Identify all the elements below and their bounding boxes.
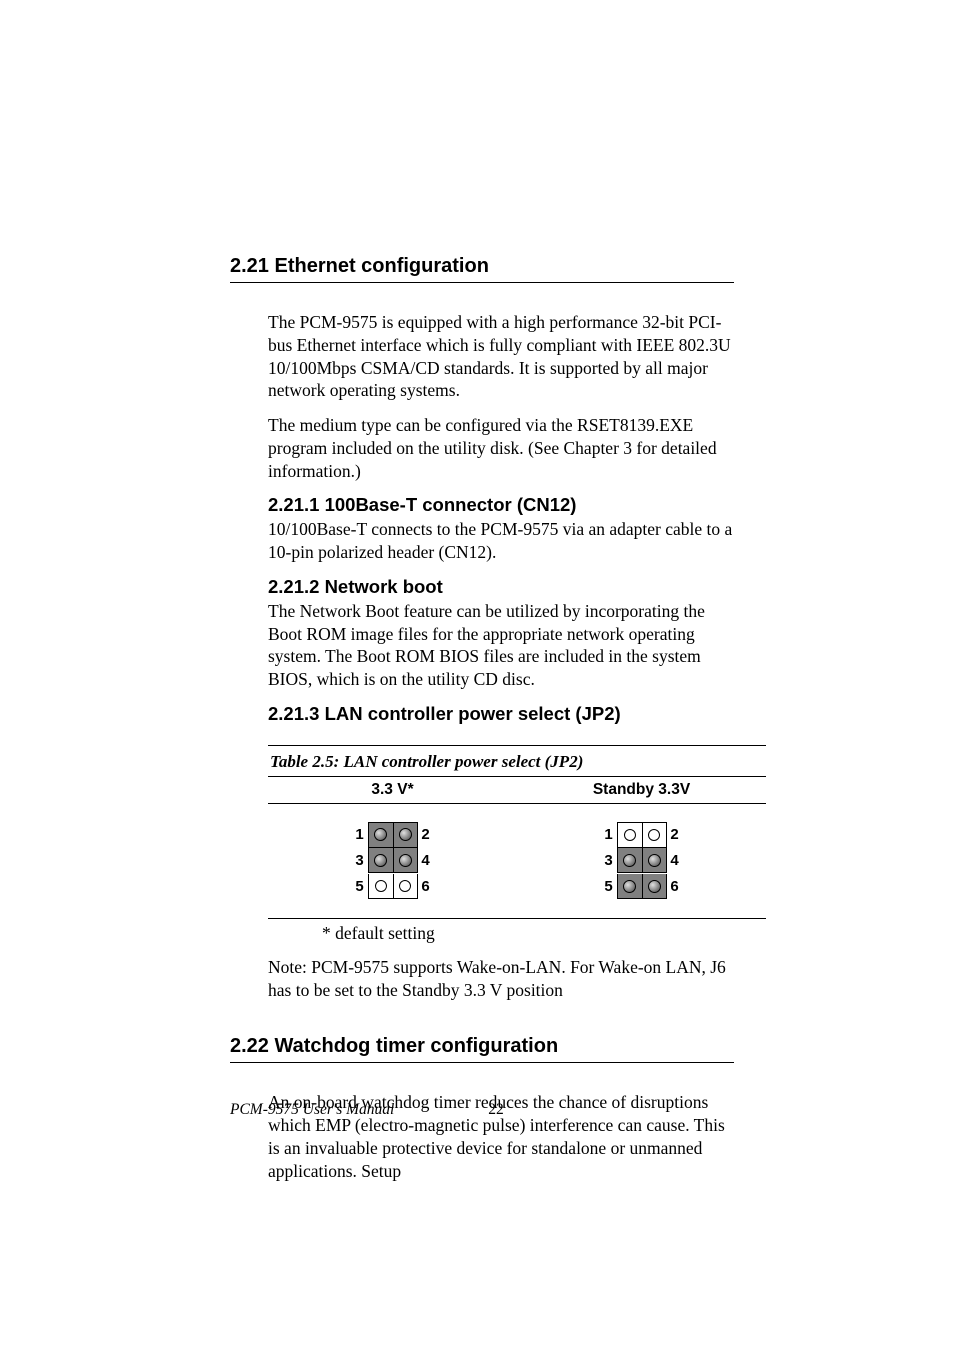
page-content: 2.21 Ethernet configuration The PCM-9575… — [0, 0, 954, 1351]
pin-closed-icon — [399, 828, 412, 841]
pin-closed-icon — [648, 880, 661, 893]
pin-label: 6 — [418, 878, 434, 895]
pin-label: 4 — [667, 852, 683, 869]
table-header-row: 3.3 V* Standby 3.3V — [268, 777, 766, 803]
pin-closed-icon — [374, 854, 387, 867]
pin-open-icon — [399, 880, 411, 892]
pin-label: 3 — [352, 852, 368, 869]
heading-rule — [230, 1062, 734, 1063]
heading-2-21-2: 2.21.2 Network boot — [268, 576, 734, 598]
pin-closed-icon — [623, 880, 636, 893]
wake-on-lan-note: Note: PCM-9575 supports Wake-on-LAN. For… — [268, 956, 734, 1002]
heading-2-21: 2.21 Ethernet configuration — [230, 255, 734, 278]
pin-label: 3 — [601, 852, 617, 869]
heading-2-21-3: 2.21.3 LAN controller power select (JP2) — [268, 703, 734, 725]
table-body-row: 1 2 3 — [268, 804, 766, 918]
page-footer: PCM-9575 User's Manual 22 — [230, 1101, 504, 1119]
pin-open-icon — [624, 829, 636, 841]
pin-closed-icon — [648, 854, 661, 867]
pin-closed-icon — [374, 828, 387, 841]
table-col-header-1: 3.3 V* — [268, 781, 517, 799]
table-col-header-2: Standby 3.3V — [517, 781, 766, 799]
heading-2-22: 2.22 Watchdog timer configuration — [230, 1035, 734, 1058]
pin-closed-icon — [399, 854, 412, 867]
table-rule-bottom — [268, 918, 766, 919]
pin-label: 1 — [352, 826, 368, 843]
paragraph: The medium type can be configured via th… — [268, 414, 734, 482]
section-2-21: 2.21 Ethernet configuration The PCM-9575… — [230, 255, 734, 1001]
pin-label: 1 — [601, 826, 617, 843]
pin-label: 2 — [418, 826, 434, 843]
pin-label: 6 — [667, 878, 683, 895]
pin-label: 5 — [601, 878, 617, 895]
heading-2-21-1: 2.21.1 100Base-T connector (CN12) — [268, 494, 734, 516]
pin-open-icon — [648, 829, 660, 841]
pin-label: 5 — [352, 878, 368, 895]
jumper-diagram-right: 1 2 3 — [517, 822, 766, 900]
pin-open-icon — [375, 880, 387, 892]
pin-label: 4 — [418, 852, 434, 869]
default-setting-note: * default setting — [322, 923, 734, 944]
pin-label: 2 — [667, 826, 683, 843]
paragraph: 10/100Base-T connects to the PCM-9575 vi… — [268, 518, 734, 564]
page-number: 22 — [488, 1101, 504, 1119]
manual-title: PCM-9575 User's Manual — [230, 1101, 394, 1118]
pin-closed-icon — [623, 854, 636, 867]
paragraph: The Network Boot feature can be utilized… — [268, 600, 734, 691]
jumper-diagram-left: 1 2 3 — [268, 822, 517, 900]
table-2-5: Table 2.5: LAN controller power select (… — [268, 745, 766, 919]
table-title: Table 2.5: LAN controller power select (… — [268, 746, 766, 776]
heading-rule — [230, 282, 734, 283]
paragraph: The PCM-9575 is equipped with a high per… — [268, 311, 734, 402]
